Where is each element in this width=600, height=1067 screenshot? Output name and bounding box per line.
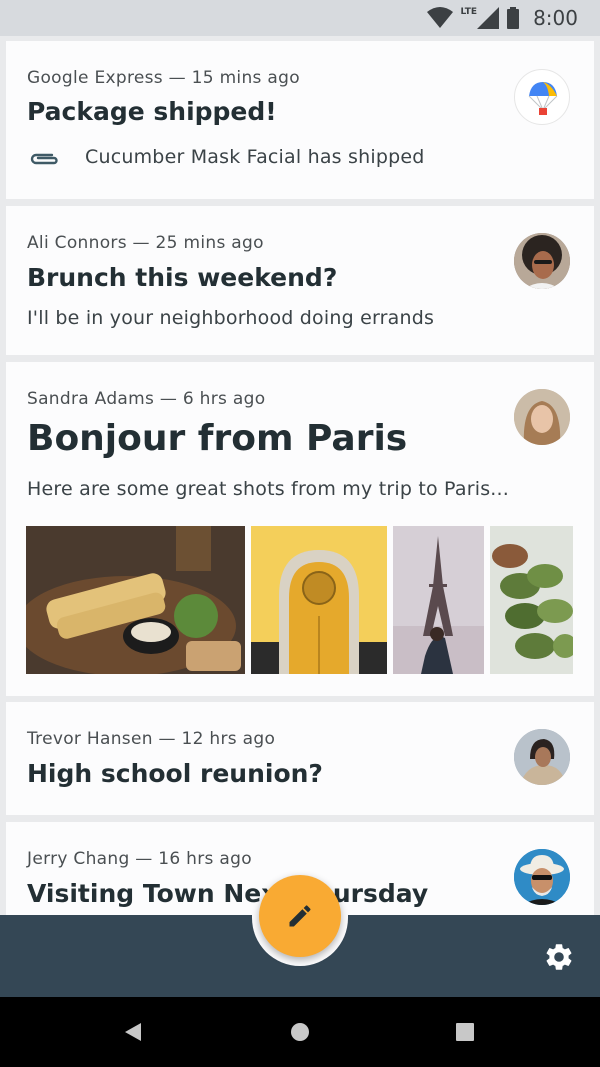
email-sender-line: Ali Connors — 25 mins ago [27,233,264,253]
signal-icon [477,7,500,29]
macarons-photo[interactable] [490,526,573,674]
email-card[interactable]: Google Express — 15 mins ago Package shi… [6,41,594,199]
email-subject: High school reunion? [27,759,323,788]
recents-button[interactable] [450,1017,480,1047]
recents-icon [456,1023,474,1041]
email-preview: I'll be in your neighborhood doing erran… [27,307,435,329]
back-button[interactable] [118,1017,148,1047]
trevor-hansen-avatar [514,729,570,785]
eiffel-tower-photo[interactable] [393,526,484,674]
wifi-icon [426,7,453,28]
yellow-door-photo[interactable] [251,526,387,674]
sandra-adams-avatar [514,389,570,445]
food-photo[interactable] [26,526,245,674]
email-subject: Brunch this weekend? [27,263,338,292]
google-express-avatar [514,69,570,125]
email-sender-line: Sandra Adams — 6 hrs ago [27,389,266,409]
battery-icon [507,7,520,29]
settings-button[interactable] [542,940,576,974]
home-icon [291,1023,309,1041]
ali-connors-avatar [514,233,570,289]
email-sender-line: Google Express — 15 mins ago [27,68,300,88]
email-card[interactable]: Ali Connors — 25 mins ago Brunch this we… [6,206,594,355]
compose-button[interactable] [259,875,341,957]
email-sender-line: Jerry Chang — 16 hrs ago [27,849,252,869]
email-subject: Bonjour from Paris [27,418,408,459]
photo-strip [26,526,573,674]
status-time: 8:00 [533,6,578,30]
home-button[interactable] [285,1017,315,1047]
network-type: LTE [460,7,478,17]
back-icon [125,1023,141,1041]
email-subject: Visiting Town Next Thursday [27,879,429,908]
paperclip-icon [30,153,58,165]
system-nav-bar [0,997,600,1067]
email-preview: Cucumber Mask Facial has shipped [85,146,425,168]
email-sender-line: Trevor Hansen — 12 hrs ago [27,729,276,749]
status-bar: LTE 8:00 [0,0,600,36]
email-card[interactable]: Trevor Hansen — 12 hrs ago High school r… [6,702,594,815]
gear-icon [546,944,572,970]
pencil-icon [289,905,311,927]
email-subject: Package shipped! [27,97,277,126]
jerry-chang-avatar [514,849,570,905]
email-preview: Here are some great shots from my trip t… [27,478,510,500]
email-card[interactable]: Sandra Adams — 6 hrs ago Bonjour from Pa… [6,362,594,696]
